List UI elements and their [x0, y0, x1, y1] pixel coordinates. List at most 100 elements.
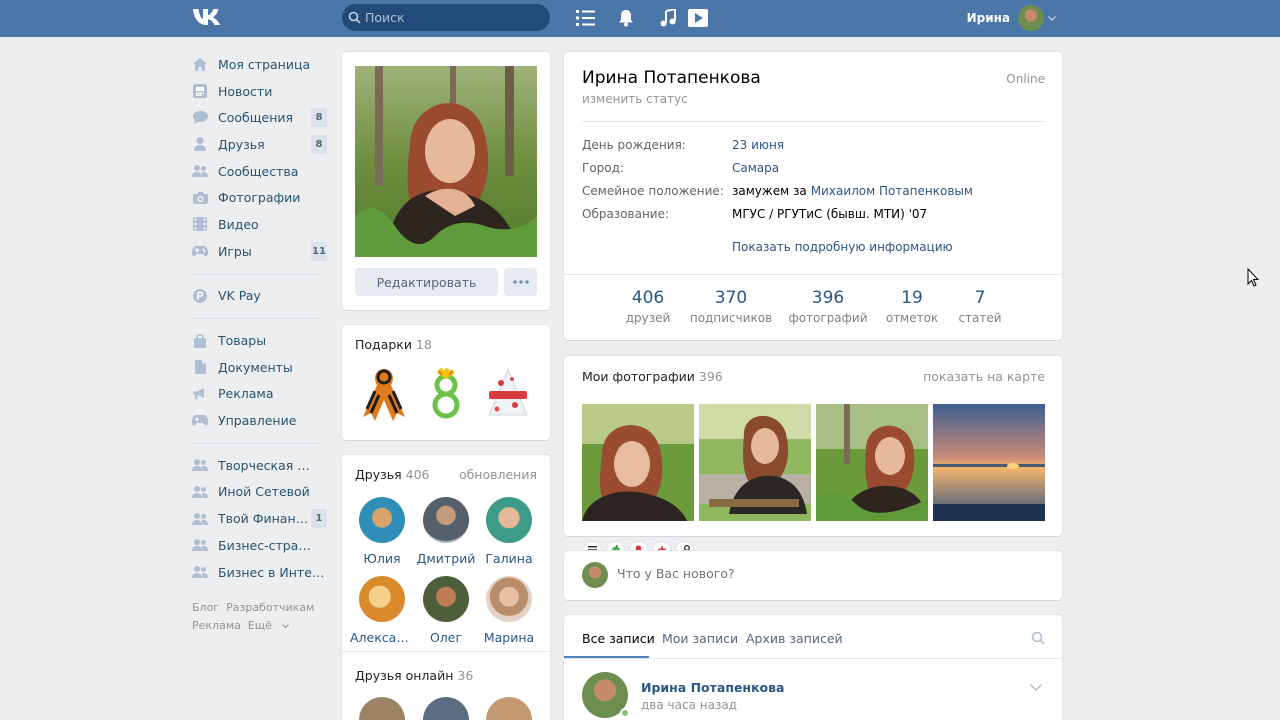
friend-item[interactable]: Александ...: [350, 576, 414, 645]
counter-articles[interactable]: 7 статей: [949, 288, 1011, 325]
friend-item[interactable]: Олег: [414, 576, 478, 645]
bell-icon[interactable]: [615, 7, 637, 29]
sidebar-item-documents[interactable]: Документы: [190, 354, 330, 381]
counter-photos[interactable]: 396 фотографий: [781, 288, 875, 325]
sidebar-item-group-2[interactable]: Иной Сетевой: [190, 479, 330, 506]
group-icon: [192, 511, 208, 527]
new-post-card[interactable]: [564, 551, 1062, 600]
sidebar-item-group-5[interactable]: Бизнес в Интернете: [190, 559, 330, 586]
partner-link[interactable]: Михаилом Потапенковым: [811, 184, 973, 202]
tab-all-posts[interactable]: Все записи: [582, 631, 655, 646]
footer-link-blog[interactable]: Блог: [192, 601, 219, 614]
friends-header[interactable]: Друзья 406: [355, 467, 430, 482]
photo-thumbnail[interactable]: [933, 404, 1045, 521]
gift-tree-icon[interactable]: [479, 365, 537, 423]
sidebar-item-group-4[interactable]: Бизнес-страница..: [190, 532, 330, 559]
divider: [192, 273, 322, 275]
user-menu[interactable]: Ирина: [967, 3, 1056, 33]
gift-ribbon-icon[interactable]: [355, 365, 413, 423]
friend-item[interactable]: [414, 697, 478, 720]
gifts-header[interactable]: Подарки 18: [355, 337, 432, 352]
news-icon: [192, 83, 208, 99]
friend-item[interactable]: Галина: [477, 497, 541, 566]
friend-item[interactable]: [350, 697, 414, 720]
footer-link-dev[interactable]: Разработчикам: [226, 601, 314, 614]
avatar: [1018, 5, 1044, 31]
sidebar-item-group-1[interactable]: Творческая студ..: [190, 452, 330, 479]
counter-label: отметок: [885, 311, 939, 325]
feed-icon[interactable]: [575, 7, 597, 29]
counter-label: друзей: [625, 311, 671, 325]
edit-profile-button[interactable]: Редактировать: [355, 268, 498, 296]
games-badge: 11: [311, 241, 327, 261]
sidebar-item-photos[interactable]: Фотографии: [190, 184, 330, 211]
friend-item[interactable]: Юлия: [350, 497, 414, 566]
friend-name: Александ...: [350, 630, 414, 645]
city-link[interactable]: Самара: [732, 161, 779, 179]
divider: [564, 274, 1062, 275]
chevron-down-icon: [282, 624, 290, 629]
sidebar-item-ads[interactable]: Реклама: [190, 381, 330, 408]
post-author[interactable]: Ирина Потапенкова: [641, 680, 785, 695]
counter-tags[interactable]: 19 отметок: [875, 288, 949, 325]
sidebar-item-friends[interactable]: Друзья 8: [190, 131, 330, 158]
new-post-input[interactable]: [617, 566, 1037, 581]
footer-link-ads[interactable]: Реклама: [192, 619, 241, 632]
friends-online-header[interactable]: Друзья онлайн 36: [355, 668, 473, 683]
search-input[interactable]: [365, 10, 535, 25]
counter-num: 370: [714, 288, 748, 308]
counter-num: 406: [631, 288, 665, 308]
friends-badge: 8: [311, 135, 327, 155]
counter-followers[interactable]: 370 подписчиков: [681, 288, 781, 325]
photo-thumbnail[interactable]: [582, 404, 694, 521]
friend-item[interactable]: Марина: [477, 576, 541, 645]
friends-updates-link[interactable]: обновления: [459, 467, 537, 482]
play-icon[interactable]: [687, 7, 709, 29]
sidebar-item-group-3[interactable]: Твой Финансов... 1: [190, 505, 330, 532]
friend-name: Марина: [483, 630, 535, 645]
gifts-count: 18: [415, 337, 432, 352]
education-value[interactable]: МГУС / РГУТиС (бывш. МТИ) '07: [732, 207, 927, 225]
show-on-map-link[interactable]: показать на карте: [923, 369, 1045, 384]
info-row-birthday: День рождения: 23 июня: [582, 138, 784, 156]
avatar-card: Редактировать: [342, 52, 550, 310]
change-status-link[interactable]: изменить статус: [582, 92, 688, 106]
photos-header[interactable]: Мои фотографии 396: [582, 369, 723, 384]
vk-logo[interactable]: [192, 7, 222, 27]
show-more-info-link[interactable]: Показать подробную информацию: [732, 240, 953, 258]
sidebar-item-goods[interactable]: Товары: [190, 327, 330, 354]
search-box[interactable]: [342, 4, 550, 31]
photo-thumbnail[interactable]: [816, 404, 928, 521]
sidebar-item-messages[interactable]: Сообщения 8: [190, 104, 330, 131]
post-time[interactable]: два часа назад: [641, 698, 737, 712]
sidebar-item-games[interactable]: Игры 11: [190, 238, 330, 265]
sidebar-item-manage[interactable]: Управление: [190, 407, 330, 434]
friend-item[interactable]: Дмитрий: [414, 497, 478, 566]
tab-archive[interactable]: Архив записей: [746, 631, 843, 646]
friend-item[interactable]: [477, 697, 541, 720]
profile-photo[interactable]: [355, 66, 537, 257]
sidebar-item-my-page[interactable]: Моя страница: [190, 51, 330, 78]
gift-eight-icon[interactable]: [417, 365, 475, 423]
photo-thumbnail[interactable]: [699, 404, 811, 521]
wall-card: Все записи Мои записи Архив записей Ирин…: [564, 615, 1062, 720]
birthday-link[interactable]: 23 июня: [732, 138, 784, 156]
sidebar-item-news[interactable]: Новости: [190, 78, 330, 105]
music-icon[interactable]: [657, 7, 679, 29]
chevron-down-icon[interactable]: [1030, 684, 1042, 691]
search-icon[interactable]: [1031, 631, 1045, 645]
group-icon: [192, 537, 208, 553]
sidebar-footer: Блог Разработчикам Реклама Ещё: [190, 599, 330, 635]
camera-icon: [192, 190, 208, 206]
gifts-title: Подарки: [355, 337, 412, 352]
sidebar-item-vk-pay[interactable]: VK Pay: [190, 283, 330, 310]
more-actions-button[interactable]: [504, 268, 537, 296]
tab-my-posts[interactable]: Мои записи: [662, 631, 738, 646]
sidebar-item-groups[interactable]: Сообщества: [190, 158, 330, 185]
chevron-down-icon: [1048, 15, 1056, 21]
footer-link-more[interactable]: Ещё: [248, 619, 290, 632]
avatar: [582, 562, 608, 588]
sidebar-item-video[interactable]: Видео: [190, 211, 330, 238]
counter-friends[interactable]: 406 друзей: [615, 288, 681, 325]
friend-name: Олег: [429, 630, 463, 645]
